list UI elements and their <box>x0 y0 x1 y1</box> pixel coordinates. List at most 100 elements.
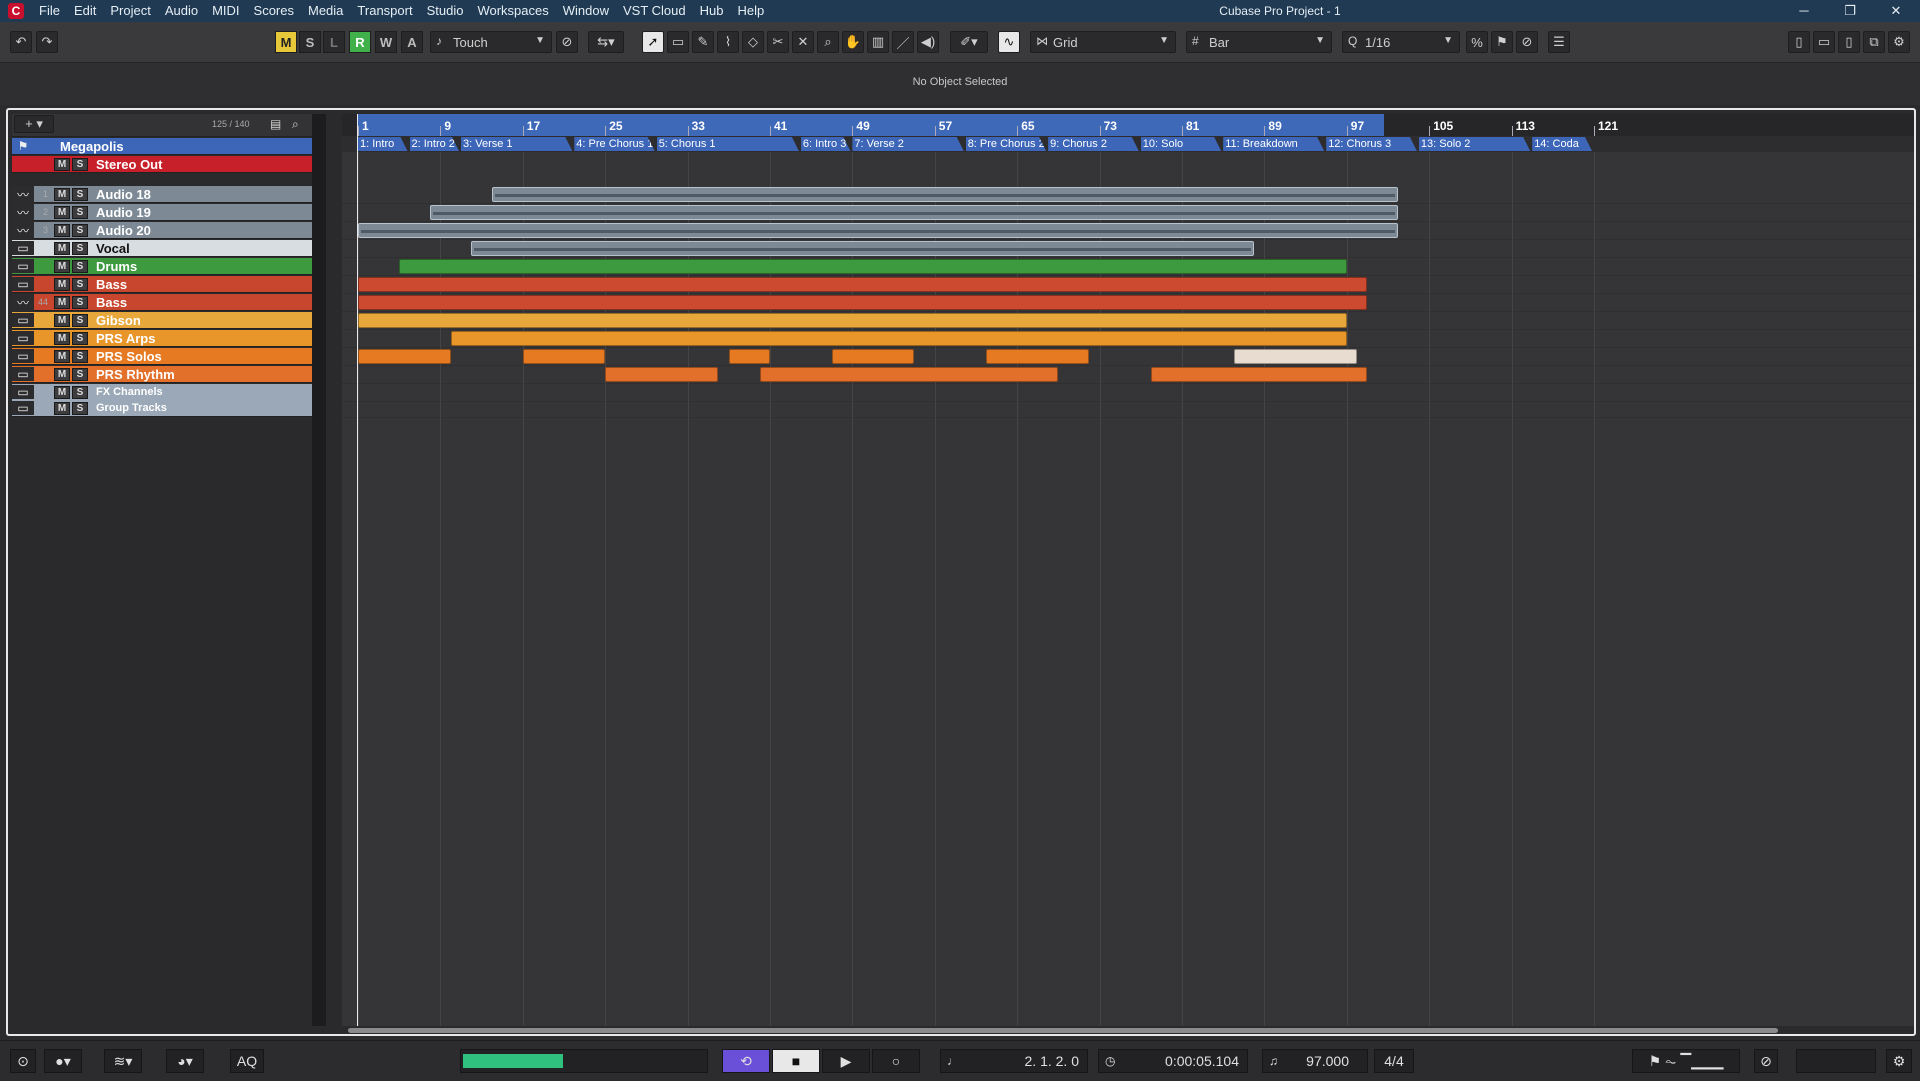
marker-event[interactable]: 10: Solo <box>1141 137 1221 151</box>
menu-hub[interactable]: Hub <box>693 0 731 22</box>
window-layout-icon[interactable]: ⧉ <box>1863 31 1885 53</box>
track-lane[interactable] <box>342 366 1914 384</box>
solo-mode-button[interactable]: S <box>299 31 321 53</box>
menu-edit[interactable]: Edit <box>67 0 103 22</box>
mute-tool-icon[interactable]: ✕ <box>792 31 814 53</box>
primary-time-display[interactable]: ♩ 2. 1. 2. 0 <box>940 1049 1088 1073</box>
write-automation-button[interactable]: W <box>375 31 397 53</box>
part-event[interactable] <box>450 331 1347 346</box>
object-selection-tool-icon[interactable]: ➚ <box>642 31 664 53</box>
mute-button[interactable]: M <box>54 331 70 345</box>
marker-navigation[interactable]: ⚑ ⏦ ▔▁▁▁ <box>1632 1049 1740 1073</box>
mute-button[interactable]: M <box>54 313 70 327</box>
grid-type-dropdown[interactable]: # Bar ▼ <box>1186 31 1332 53</box>
zoom-tool-icon[interactable]: ⌕ <box>817 31 839 53</box>
menu-midi[interactable]: MIDI <box>205 0 246 22</box>
menu-media[interactable]: Media <box>301 0 350 22</box>
mute-button[interactable]: M <box>54 385 70 399</box>
track-name[interactable]: Bass <box>96 277 127 292</box>
automation-mode-dropdown[interactable]: ♪ Touch ▼ <box>430 31 552 53</box>
mute-button[interactable]: M <box>54 349 70 363</box>
color-tool-icon[interactable]: ✐▾ <box>950 31 988 53</box>
range-tool-icon[interactable]: ▭ <box>667 31 689 53</box>
marker-event[interactable]: 9: Chorus 2 <box>1048 137 1139 151</box>
snap-to-zero-icon[interactable]: ∿ <box>998 31 1020 53</box>
record-mode-icon[interactable]: ●▾ <box>44 1049 82 1073</box>
marker-event[interactable]: 14: Coda <box>1532 137 1592 151</box>
split-tool-icon[interactable]: ✎ <box>692 31 714 53</box>
marker-event[interactable]: 11: Breakdown <box>1223 137 1324 151</box>
marker-event[interactable]: 7: Verse 2 <box>852 137 963 151</box>
menu-window[interactable]: Window <box>556 0 616 22</box>
search-icon[interactable]: ⌕ <box>292 117 299 132</box>
marker-event[interactable]: 3: Verse 1 <box>461 137 572 151</box>
track-name[interactable]: Stereo Out <box>96 157 162 172</box>
horizontal-scrollbar[interactable] <box>348 1028 1778 1033</box>
solo-button[interactable]: S <box>72 295 88 309</box>
project-cursor[interactable] <box>357 114 358 1026</box>
automation-button[interactable]: A <box>401 31 423 53</box>
mute-button[interactable]: M <box>54 205 70 219</box>
redo-icon[interactable]: ↷ <box>36 31 58 53</box>
track-name[interactable]: Group Tracks <box>96 402 167 414</box>
solo-button[interactable]: S <box>72 187 88 201</box>
mute-button[interactable]: M <box>54 157 70 171</box>
marker-event[interactable]: 6: Intro 3 <box>801 137 851 151</box>
iterative-quantize-icon[interactable]: % <box>1466 31 1488 53</box>
ruler[interactable]: 1 9 17 25 33 41 49 57 65 73 81 89 97 105 113 121 <box>342 114 1914 136</box>
quantize-reset-icon[interactable]: ⊘ <box>1516 31 1538 53</box>
menu-transport[interactable]: Transport <box>350 0 419 22</box>
part-event[interactable] <box>1151 367 1368 382</box>
draw-tool-icon[interactable]: ／ <box>892 31 914 53</box>
solo-button[interactable]: S <box>72 205 88 219</box>
track-name[interactable]: PRS Arps <box>96 331 155 346</box>
solo-button[interactable]: S <box>72 157 88 171</box>
punch-mode-icon[interactable]: ≋▾ <box>104 1049 142 1073</box>
lower-zone-icon[interactable]: ▭ <box>1813 31 1835 53</box>
solo-button[interactable]: S <box>72 241 88 255</box>
track-bass[interactable]: ▭ M S Bass <box>12 276 312 293</box>
restore-icon[interactable]: ❐ <box>1830 0 1870 22</box>
audio-event[interactable] <box>430 205 1399 220</box>
right-zone-icon[interactable]: ▯ <box>1838 31 1860 53</box>
scissors-tool-icon[interactable]: ✂ <box>767 31 789 53</box>
menu-file[interactable]: File <box>32 0 67 22</box>
suspend-icon[interactable]: ⊘ <box>556 31 578 53</box>
solo-button[interactable]: S <box>72 313 88 327</box>
part-event[interactable] <box>399 259 1347 274</box>
metronome-mode-icon[interactable]: ◕▾ <box>166 1049 204 1073</box>
track-megapolis[interactable]: ⚑ Megapolis <box>12 138 312 155</box>
undo-icon[interactable]: ↶ <box>10 31 32 53</box>
track-name[interactable]: Drums <box>96 259 137 274</box>
mute-button[interactable]: M <box>54 259 70 273</box>
mute-button[interactable]: M <box>54 241 70 255</box>
mute-button[interactable]: M <box>54 367 70 381</box>
marker-event[interactable]: 5: Chorus 1 <box>657 137 799 151</box>
menu-workspaces[interactable]: Workspaces <box>470 0 555 22</box>
mute-button[interactable]: M <box>54 223 70 237</box>
close-icon[interactable]: ✕ <box>1876 0 1916 22</box>
cycle-button[interactable]: ⟲ <box>722 1049 770 1073</box>
solo-button[interactable]: S <box>72 349 88 363</box>
menu-studio[interactable]: Studio <box>420 0 471 22</box>
track-audio-20[interactable]: 〰 3 M S Audio 20 <box>12 221 312 239</box>
cycle-range[interactable] <box>358 114 1384 136</box>
part-event[interactable] <box>358 295 1368 310</box>
mute-mode-button[interactable]: M <box>275 31 297 53</box>
track-name[interactable]: Audio 20 <box>96 223 151 238</box>
track-group-tracks[interactable]: ▭ M S Group Tracks <box>12 400 312 417</box>
tempo-display[interactable]: ♫ 97.000 <box>1262 1049 1368 1073</box>
mute-button[interactable]: M <box>54 187 70 201</box>
track-name[interactable]: Audio 18 <box>96 187 151 202</box>
marker-event[interactable]: 2: Intro 2 <box>410 137 460 151</box>
autoscroll-icon[interactable]: ⇆▾ <box>588 31 624 53</box>
track-name[interactable]: PRS Rhythm <box>96 367 175 382</box>
settings-gear-icon[interactable]: ⚙ <box>1888 31 1910 53</box>
solo-button[interactable]: S <box>72 223 88 237</box>
track-name[interactable]: Vocal <box>96 241 130 256</box>
play-tool-icon[interactable]: ◀) <box>917 31 939 53</box>
stop-button[interactable]: ■ <box>772 1049 820 1073</box>
part-event[interactable] <box>358 277 1368 292</box>
marker-event[interactable]: 1: Intro <box>358 137 408 151</box>
quantize-apply-icon[interactable]: ⚑ <box>1491 31 1513 53</box>
